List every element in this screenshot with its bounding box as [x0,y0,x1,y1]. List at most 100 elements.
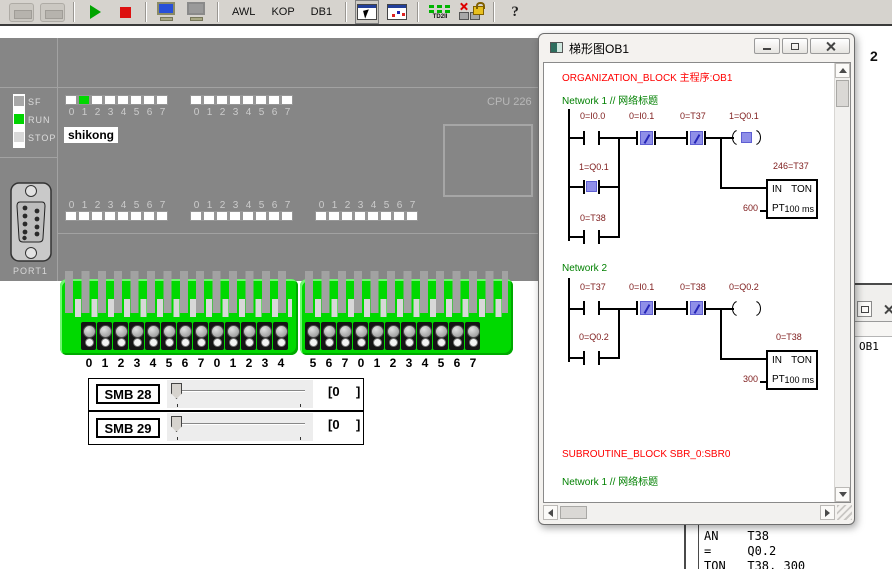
input-switch[interactable] [145,322,160,350]
awl-button[interactable]: AWL [227,0,260,24]
switch-number: 7 [193,356,209,370]
disabled-tool-button-2[interactable] [40,0,65,24]
monitor-color-button[interactable] [155,0,179,24]
output-led [256,212,266,220]
io-number: 5 [380,200,393,211]
awl-restore-button[interactable] [857,301,872,317]
help-button[interactable]: ? [503,0,527,24]
window-cursor-icon [357,4,377,20]
program-window-button[interactable] [355,0,379,24]
kop-button-label: KOP [266,6,299,18]
wire [600,186,618,188]
contact-label-i00: 0=I0.0 [580,111,605,121]
smb29-track[interactable] [176,423,305,425]
toolbar-separator [345,2,347,22]
output-led-strip-2 [190,211,293,221]
input-switch[interactable] [113,322,128,350]
output-led-strip-3 [315,211,418,221]
horizontal-scrollbar[interactable] [543,505,835,521]
input-switch[interactable] [417,322,432,350]
minimize-icon [763,48,771,50]
output-led [157,212,167,220]
monitor-gray-button[interactable] [185,0,209,24]
input-switch[interactable] [321,322,336,350]
input-switch[interactable] [305,322,320,350]
output-led [105,212,115,220]
input-switch[interactable] [161,322,176,350]
input-switch[interactable] [353,322,368,350]
wire [600,236,618,238]
input-led [105,96,115,104]
input-switch[interactable] [369,322,384,350]
timer-type-label: TON [791,184,812,195]
window-icon [550,42,563,53]
io-number: 1 [203,200,216,211]
input-switch[interactable] [177,322,192,350]
timer-current-value: 0=T38 [776,332,802,342]
awl-button-label: AWL [227,6,260,18]
kop-button[interactable]: KOP [266,0,299,24]
input-switch[interactable] [465,322,480,350]
input-switch-row-1 [81,322,288,350]
io-number-row: 01234567 [65,200,169,211]
toolbar-separator [145,2,147,22]
chart-window-button[interactable] [385,0,409,24]
smb28-track[interactable] [176,390,305,392]
switch-number: 0 [353,356,369,370]
input-switch[interactable] [81,322,96,350]
input-switch[interactable] [273,322,288,350]
output-led [131,212,141,220]
tick [177,404,178,407]
td200-button[interactable]: TD2II [427,0,453,24]
smb29-slider-track-area[interactable] [167,413,313,441]
input-switch[interactable] [129,322,144,350]
scroll-right-button[interactable] [820,505,835,520]
vscroll-thumb[interactable] [836,80,849,107]
panel-divider [57,38,58,281]
resize-grip[interactable] [837,505,852,520]
smb28-slider-track-area[interactable] [167,380,313,408]
input-switch[interactable] [257,322,272,350]
vertical-scrollbar[interactable] [834,63,850,502]
coil-left-arc [732,301,743,316]
input-switch[interactable] [401,322,416,350]
output-led [191,212,201,220]
input-led-strip-1 [65,95,168,105]
input-switch[interactable] [433,322,448,350]
db1-button[interactable]: DB1 [306,0,337,24]
subroutine-block-header: SUBROUTINE_BLOCK SBR_0:SBR0 [562,449,730,460]
timer-base-label: 100 ms [784,204,814,214]
scroll-down-button[interactable] [835,487,850,502]
switch-number: 6 [177,356,193,370]
input-switch[interactable] [193,322,208,350]
close-button[interactable] [810,38,850,54]
input-switch[interactable] [385,322,400,350]
scroll-up-button[interactable] [835,63,850,78]
locked-blocks-button[interactable] [459,0,485,24]
io-number: 6 [268,200,281,211]
scroll-left-button[interactable] [543,505,558,520]
input-switch[interactable] [209,322,224,350]
switch-number: 4 [273,356,289,370]
stop-icon [120,7,131,18]
wire [600,357,618,359]
switch-number: 7 [465,356,481,370]
switch-number: 3 [257,356,273,370]
disabled-tool-button-1[interactable] [9,0,34,24]
computer-icon [155,2,179,22]
ladder-view: ORGANIZATION_BLOCK 主程序:OB1 Network 1 // … [543,62,851,503]
input-switch[interactable] [97,322,112,350]
stop-button[interactable] [113,0,137,24]
run-button[interactable] [83,0,107,24]
maximize-button[interactable] [782,38,808,54]
io-number: 0 [315,200,328,211]
stop-label: STOP [28,133,56,143]
input-switch[interactable] [449,322,464,350]
minimize-button[interactable] [754,38,780,54]
input-switch[interactable] [337,322,352,350]
switch-number: 6 [321,356,337,370]
input-switch[interactable] [241,322,256,350]
io-number: 3 [104,107,117,118]
hscroll-thumb[interactable] [560,506,587,519]
input-switch[interactable] [225,322,240,350]
